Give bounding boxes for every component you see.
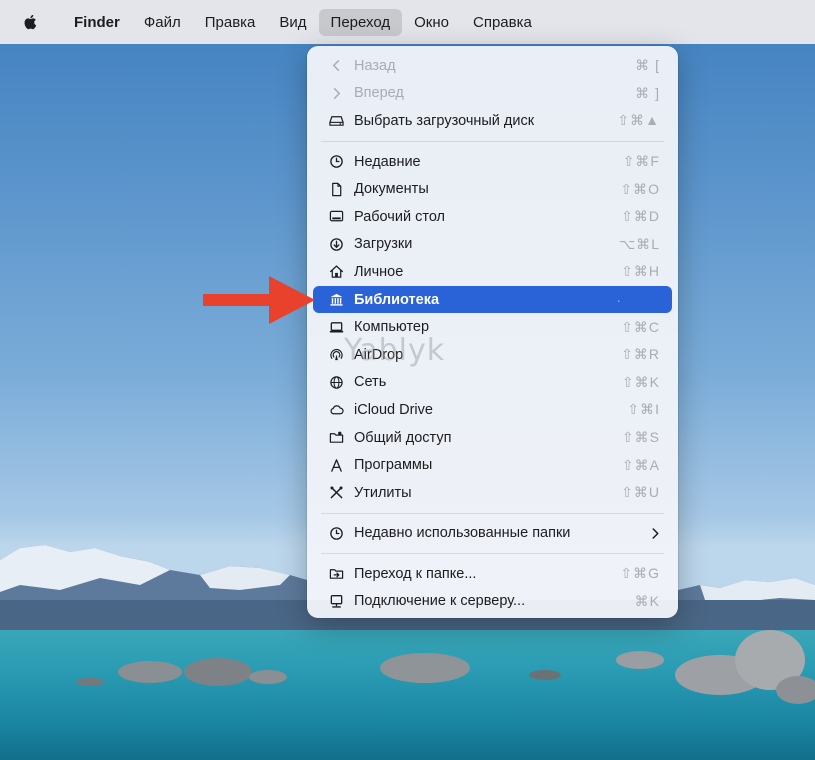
home-icon: [326, 262, 346, 282]
menu-item-shortcut: ⇧⌘G: [620, 565, 660, 582]
menu-item-label: Библиотека: [354, 291, 440, 308]
library-icon: [326, 290, 346, 310]
menu-item-shortcut: ⇧⌘K: [621, 373, 660, 390]
watermark-text: Yablyk: [344, 333, 446, 368]
cloud-icon: [326, 400, 346, 420]
menu-item-utilities[interactable]: Утилиты ⇧⌘U: [313, 479, 672, 507]
menu-item-go-to-folder[interactable]: Переход к папке... ⇧⌘G: [313, 560, 672, 588]
menu-item-shortcut: ⇧⌘F: [622, 153, 660, 170]
submenu-chevron-icon: [651, 527, 660, 540]
menu-item-shortcut: ⌥⌘L: [619, 235, 660, 252]
menu-item-label: Недавние: [354, 153, 421, 170]
menu-item-label: Общий доступ: [354, 429, 452, 446]
applications-icon: [326, 455, 346, 475]
menu-item-documents[interactable]: Документы ⇧⌘O: [313, 175, 672, 203]
menu-item-label: Загрузки: [354, 236, 413, 253]
menu-item-forward[interactable]: Вперед ⌘ ]: [313, 80, 672, 108]
menu-item-shortcut: ⌘ [: [635, 57, 660, 74]
server-icon: [326, 591, 346, 611]
menu-item-back[interactable]: Назад ⌘ [: [313, 52, 672, 80]
menu-edit[interactable]: Правка: [193, 9, 268, 36]
menu-item-label: Переход к папке...: [354, 565, 477, 582]
menu-item-desktop[interactable]: Рабочий стол ⇧⌘D: [313, 203, 672, 231]
clock-icon: [326, 523, 346, 543]
desktop-icon: [326, 207, 346, 227]
menu-item-label: Рабочий стол: [354, 208, 446, 225]
menu-item-label: Программы: [354, 457, 433, 474]
utilities-icon: [326, 483, 346, 503]
menu-item-shortcut: ⇧⌘O: [620, 180, 660, 197]
menu-item-shortcut: ⌘K: [634, 592, 660, 609]
menu-item-label: Подключение к серверу...: [354, 593, 526, 610]
menu-item-shortcut: ⇧⌘U: [621, 484, 660, 501]
menu-item-recents[interactable]: Недавние ⇧⌘F: [313, 148, 672, 176]
menu-item-downloads[interactable]: Загрузки ⌥⌘L: [313, 231, 672, 259]
globe-icon: [326, 372, 346, 392]
menu-item-shortcut: ⇧⌘▲: [617, 112, 660, 129]
menu-item-label: iCloud Drive: [354, 401, 433, 418]
menu-item-label: Выбрать загрузочный диск: [354, 112, 535, 129]
menu-item-shortcut: ⇧⌘D: [621, 208, 660, 225]
menu-item-shortcut: ⇧⌘H: [621, 263, 660, 280]
menu-item-library[interactable]: Библиотека ·: [313, 285, 672, 314]
disk-icon: [326, 111, 346, 131]
menu-finder[interactable]: Finder: [62, 9, 132, 36]
apple-logo-icon[interactable]: [22, 12, 42, 32]
menu-item-recent-folders[interactable]: Недавно использованные папки: [313, 520, 672, 548]
menu-item-label: Утилиты: [354, 484, 412, 501]
menu-item-startup-disk[interactable]: Выбрать загрузочный диск ⇧⌘▲: [313, 107, 672, 135]
menu-item-shortcut: ⌘ ]: [635, 84, 660, 101]
menu-item-label: Документы: [354, 181, 429, 198]
menu-item-label: Сеть: [354, 374, 387, 391]
chevron-left-icon: [326, 56, 346, 76]
menu-item-shortcut: ⇧⌘S: [621, 429, 660, 446]
red-arrow-annotation-icon: [203, 276, 315, 324]
menu-item-label: Личное: [354, 263, 404, 280]
menu-bar: Finder Файл Правка Вид Переход Окно Спра…: [0, 0, 815, 44]
menu-item-shortcut: ·: [616, 291, 622, 308]
menu-item-label: Вперед: [354, 85, 404, 102]
menu-item-shared[interactable]: Общий доступ ⇧⌘S: [313, 424, 672, 452]
chevron-right-icon: [326, 83, 346, 103]
go-folder-icon: [326, 564, 346, 584]
menu-item-shortcut: ⇧⌘A: [621, 456, 660, 473]
menu-item-shortcut: ⇧⌘C: [621, 318, 660, 335]
airdrop-icon: [326, 345, 346, 365]
menu-file[interactable]: Файл: [132, 9, 193, 36]
menu-item-icloud-drive[interactable]: iCloud Drive ⇧⌘I: [313, 396, 672, 424]
go-dropdown-menu: Назад ⌘ [ Вперед ⌘ ] Выбрать загрузочный…: [307, 46, 678, 618]
shared-folder-icon: [326, 428, 346, 448]
menu-help[interactable]: Справка: [461, 9, 544, 36]
menu-separator: [321, 553, 664, 555]
menu-item-home[interactable]: Личное ⇧⌘H: [313, 258, 672, 286]
menu-separator: [321, 512, 664, 514]
menu-separator: [321, 140, 664, 142]
menu-item-applications[interactable]: Программы ⇧⌘A: [313, 451, 672, 479]
menu-item-label: Назад: [354, 57, 396, 74]
menu-item-shortcut: ⇧⌘R: [621, 346, 660, 363]
menu-item-connect-server[interactable]: Подключение к серверу... ⌘K: [313, 588, 672, 616]
menu-window[interactable]: Окно: [402, 9, 461, 36]
menu-item-label: Недавно использованные папки: [354, 525, 571, 542]
menu-item-shortcut: ⇧⌘I: [627, 401, 660, 418]
download-icon: [326, 234, 346, 254]
menu-go[interactable]: Переход: [318, 8, 403, 36]
clock-icon: [326, 152, 346, 172]
menu-view[interactable]: Вид: [267, 9, 318, 36]
document-icon: [326, 179, 346, 199]
menu-item-network[interactable]: Сеть ⇧⌘K: [313, 369, 672, 397]
laptop-icon: [326, 317, 346, 337]
